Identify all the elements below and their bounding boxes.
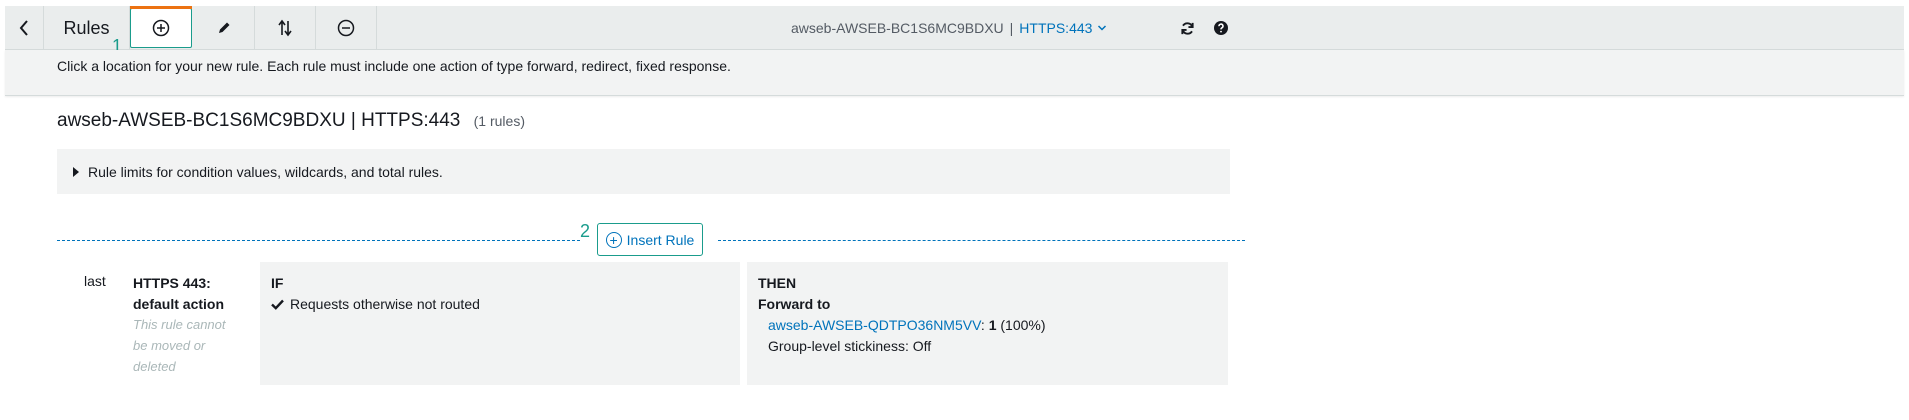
separator: | [1009, 20, 1014, 36]
rule-name-line2: default action [133, 296, 225, 312]
listener-selector[interactable]: awseb-AWSEB-BC1S6MC9BDXU | HTTPS:443 [791, 6, 1107, 50]
edit-rules-button[interactable] [194, 6, 255, 50]
plus-circle-icon: + [605, 231, 622, 248]
stickiness-text: Group-level stickiness: Off [768, 338, 932, 354]
refresh-button[interactable] [1173, 6, 1201, 50]
listener-heading-title: awseb-AWSEB-BC1S6MC9BDXU | HTTPS:443 [57, 110, 461, 131]
check-icon [271, 299, 284, 310]
target-group-weight-percent: (100%) [1000, 317, 1046, 333]
plus-circle-icon [152, 19, 170, 37]
target-group-link[interactable]: awseb-AWSEB-QDTPO36NM5VV [768, 317, 981, 333]
insert-rule-label: Insert Rule [626, 231, 695, 248]
insert-location-line-right[interactable] [718, 240, 1245, 241]
rules-toolbar: Rules awseb-AWSEB-BC1S6MC9BDXU | HTTPS:4… [5, 6, 1904, 50]
insert-location-line-left[interactable] [57, 240, 580, 241]
listener-dropdown[interactable]: HTTPS:443 [1019, 20, 1092, 36]
target-group-weight: 1 [988, 317, 997, 333]
delete-rules-button[interactable] [316, 6, 377, 50]
listener-heading: awseb-AWSEB-BC1S6MC9BDXU | HTTPS:443 (1 … [57, 110, 525, 132]
if-label: IF [271, 275, 284, 291]
sort-arrows-icon [278, 19, 292, 37]
target-group-colon: : [980, 317, 985, 333]
rule-order: last [84, 273, 106, 289]
condition-text: Requests otherwise not routed [290, 296, 480, 312]
rule-count: (1 rules) [473, 113, 525, 129]
add-rules-button[interactable] [130, 6, 192, 48]
back-button[interactable] [5, 6, 44, 50]
rule-limits-label: Rule limits for condition values, wildca… [88, 163, 443, 180]
load-balancer-name: awseb-AWSEB-BC1S6MC9BDXU [791, 20, 1004, 36]
rule-name: HTTPS 443: default action [133, 273, 248, 315]
instruction-text: Click a location for your new rule. Each… [57, 58, 731, 74]
rule-limits-expander[interactable]: Rule limits for condition values, wildca… [57, 149, 1230, 194]
caret-right-icon [73, 166, 79, 177]
rule-name-line1: HTTPS 443: [133, 275, 211, 291]
refresh-icon [1180, 21, 1194, 35]
rule-actions-panel: THEN Forward to awseb-AWSEB-QDTPO36NM5VV… [747, 262, 1228, 385]
chevron-left-icon [19, 20, 28, 36]
then-label: THEN [758, 275, 797, 291]
rule-note: This rule cannot be moved or deleted [133, 317, 226, 374]
pencil-icon [219, 22, 230, 33]
rule-conditions-panel: IF Requests otherwise not routed [260, 262, 740, 385]
target-group-line: awseb-AWSEB-QDTPO36NM5VV: 1 (100%) [758, 315, 1217, 336]
step-number-2: 2 [580, 221, 591, 241]
reorder-rules-button[interactable] [255, 6, 316, 50]
help-circle-icon [1214, 21, 1228, 35]
chevron-down-icon [1098, 25, 1107, 31]
insert-rule-button[interactable]: + Insert Rule [597, 223, 703, 256]
help-button[interactable] [1207, 6, 1235, 50]
instruction-bar: Click a location for your new rule. Each… [5, 50, 1904, 96]
action-type: Forward to [758, 296, 831, 312]
minus-circle-icon [337, 19, 355, 37]
condition-item: Requests otherwise not routed [271, 294, 729, 315]
